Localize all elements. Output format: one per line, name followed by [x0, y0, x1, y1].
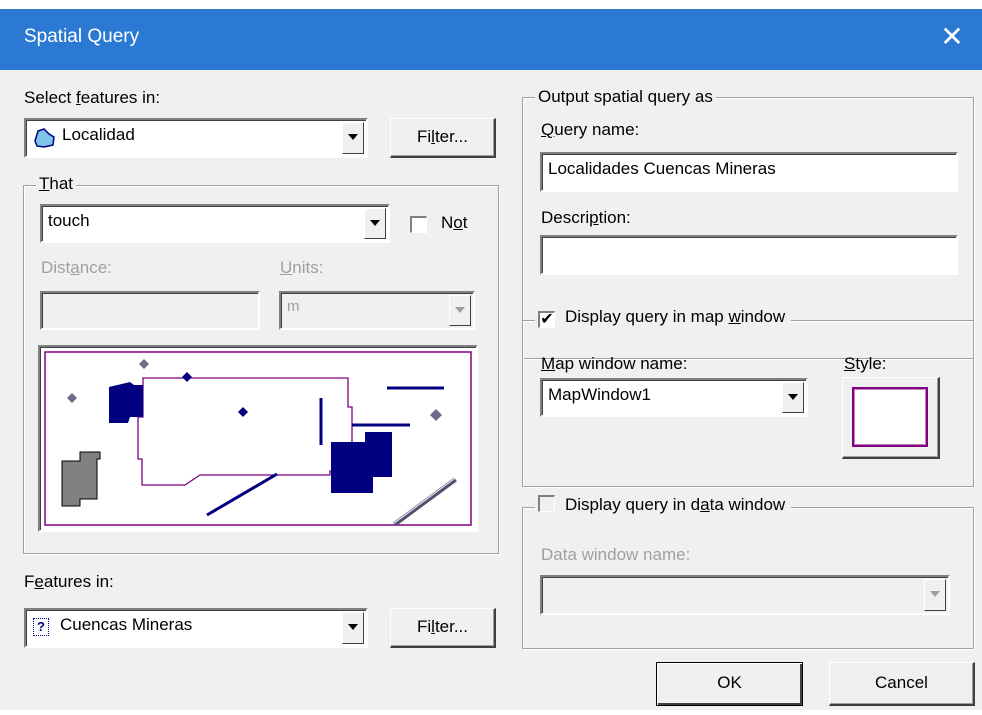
unknown-layer-icon: ? — [33, 618, 49, 636]
style-button[interactable] — [842, 377, 940, 459]
map-window-combo[interactable]: MapWindow1 — [540, 378, 808, 417]
window-title: Spatial Query — [24, 26, 140, 47]
chevron-down-icon[interactable] — [342, 122, 364, 154]
units-value: m — [287, 298, 300, 315]
data-display-option[interactable]: Display query in data window — [535, 495, 792, 515]
units-combo[interactable]: m — [279, 291, 475, 330]
select-features-value: Localidad — [62, 125, 135, 144]
select-features-label: Select features in: — [24, 88, 161, 107]
features-in-value: Cuencas Mineras — [60, 615, 193, 634]
units-label: Units: — [280, 258, 324, 277]
chevron-down-icon[interactable] — [364, 208, 386, 239]
polygon-layer-icon — [34, 128, 55, 148]
filter-features-button[interactable]: Filter... — [390, 608, 496, 648]
distance-label: Distance: — [41, 258, 112, 277]
cancel-button[interactable]: Cancel — [829, 662, 975, 706]
chevron-down-icon[interactable] — [782, 382, 804, 413]
map-display-option[interactable]: ✔ Display query in map window — [535, 307, 792, 328]
that-group-title: That — [36, 174, 77, 194]
map-display-checkbox[interactable]: ✔ — [538, 311, 555, 328]
features-in-combo[interactable]: ? Cuencas Mineras — [24, 608, 368, 648]
query-name-value: Localidades Cuencas Mineras — [548, 159, 776, 178]
not-label: Not — [441, 213, 468, 232]
chevron-down-icon[interactable] — [924, 579, 946, 611]
style-swatch — [852, 387, 928, 447]
select-features-combo[interactable]: Localidad — [24, 118, 368, 158]
data-display-checkbox[interactable] — [538, 495, 555, 512]
ok-button[interactable]: OK — [656, 662, 803, 706]
query-name-field[interactable]: Localidades Cuencas Mineras — [540, 152, 958, 192]
touch-diagram — [44, 351, 472, 527]
description-field[interactable] — [540, 235, 958, 275]
operator-value: touch — [48, 211, 90, 230]
map-window-value: MapWindow1 — [548, 385, 651, 404]
dialog-body: Select features in: Localidad Filter... … — [0, 70, 982, 710]
distance-field[interactable] — [40, 291, 260, 330]
chevron-down-icon[interactable] — [449, 295, 471, 326]
close-icon[interactable]: ✕ — [932, 17, 972, 57]
title-bar: Spatial Query ✕ — [0, 9, 982, 70]
relationship-preview — [38, 345, 478, 532]
query-name-label: Query name: — [541, 120, 640, 139]
data-window-name-label: Data window name: — [541, 545, 691, 564]
data-window-combo[interactable] — [540, 575, 950, 615]
features-in-label: Features in: — [24, 572, 114, 591]
output-group-title: Output spatial query as — [535, 87, 716, 107]
map-window-name-label: Map window name: — [541, 354, 688, 373]
description-label: Description: — [541, 208, 631, 227]
filter-select-button[interactable]: Filter... — [390, 118, 496, 158]
operator-combo[interactable]: touch — [40, 204, 390, 243]
chevron-down-icon[interactable] — [342, 612, 364, 644]
style-label: Style: — [844, 354, 887, 373]
not-checkbox[interactable] — [410, 216, 427, 233]
